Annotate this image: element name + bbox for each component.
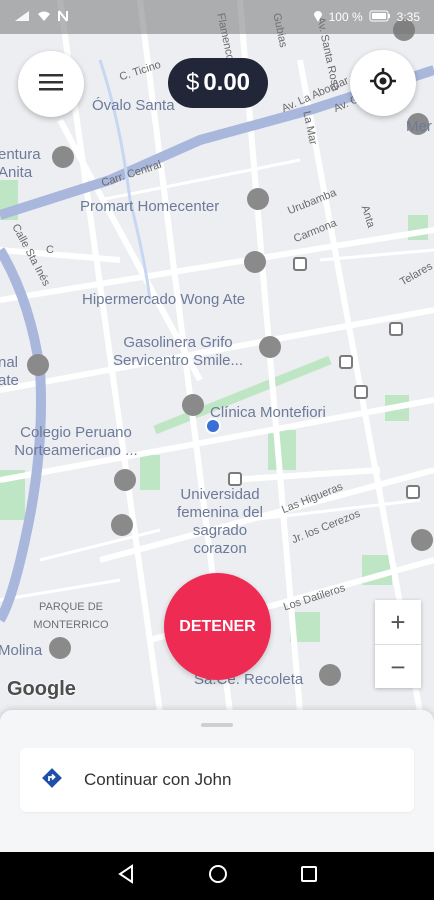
zoom-out-button[interactable]: − [375,645,421,689]
continue-label: Continuar con John [84,770,232,789]
signal-icon [14,10,30,25]
place-label: Mer [406,118,432,135]
place-label: Óvalo Santa [92,97,175,114]
fare-currency: $ [185,69,200,96]
android-nav-bar [0,852,434,900]
nfc-icon [58,9,68,25]
fare-amount: 0.00 [203,69,251,96]
place-label: Promart Homecenter [80,198,220,215]
place-label: Colegio Peruano Norteamericano ... [14,424,138,459]
place-label: Universidad femenina del sagrado corazon [177,486,263,557]
place-label: Clínica Montefiori [210,404,326,421]
google-attribution: Google [7,678,76,700]
crosshair-icon [369,67,397,100]
location-status-icon [313,9,323,25]
place-label: Hipermercado Wong Ate [82,291,246,308]
directions-icon [40,766,64,795]
battery-percent: 100 % [328,10,363,24]
clock: 3:35 [396,10,420,24]
place-label: Gasolinera Grifo Servicentro Smile... [112,334,244,369]
recents-icon[interactable] [300,865,318,888]
hamburger-icon [39,73,63,96]
status-bar: 100 % 3:35 [0,0,434,34]
zoom-in-button[interactable]: + [375,600,421,645]
home-icon[interactable] [208,864,228,889]
continue-with-button[interactable]: Continuar con John [20,748,414,812]
stop-button[interactable]: DETENER [164,573,271,680]
back-icon[interactable] [116,863,136,889]
wifi-icon [36,10,52,25]
place-label: entura Anita [0,146,41,181]
place-label: Molina [0,642,43,659]
place-label: nal ate [0,354,19,389]
bottom-sheet: Continuar con John [0,710,434,852]
place-label: PARQUE DE MONTERRICO [33,601,109,631]
battery-icon [369,10,391,25]
sheet-drag-handle[interactable] [201,723,233,727]
street-label: C [46,244,54,256]
menu-button[interactable] [18,51,84,117]
zoom-controls: + − [375,600,421,688]
my-location-button[interactable] [350,50,416,116]
fare-display: $ 0.00 [168,58,268,108]
